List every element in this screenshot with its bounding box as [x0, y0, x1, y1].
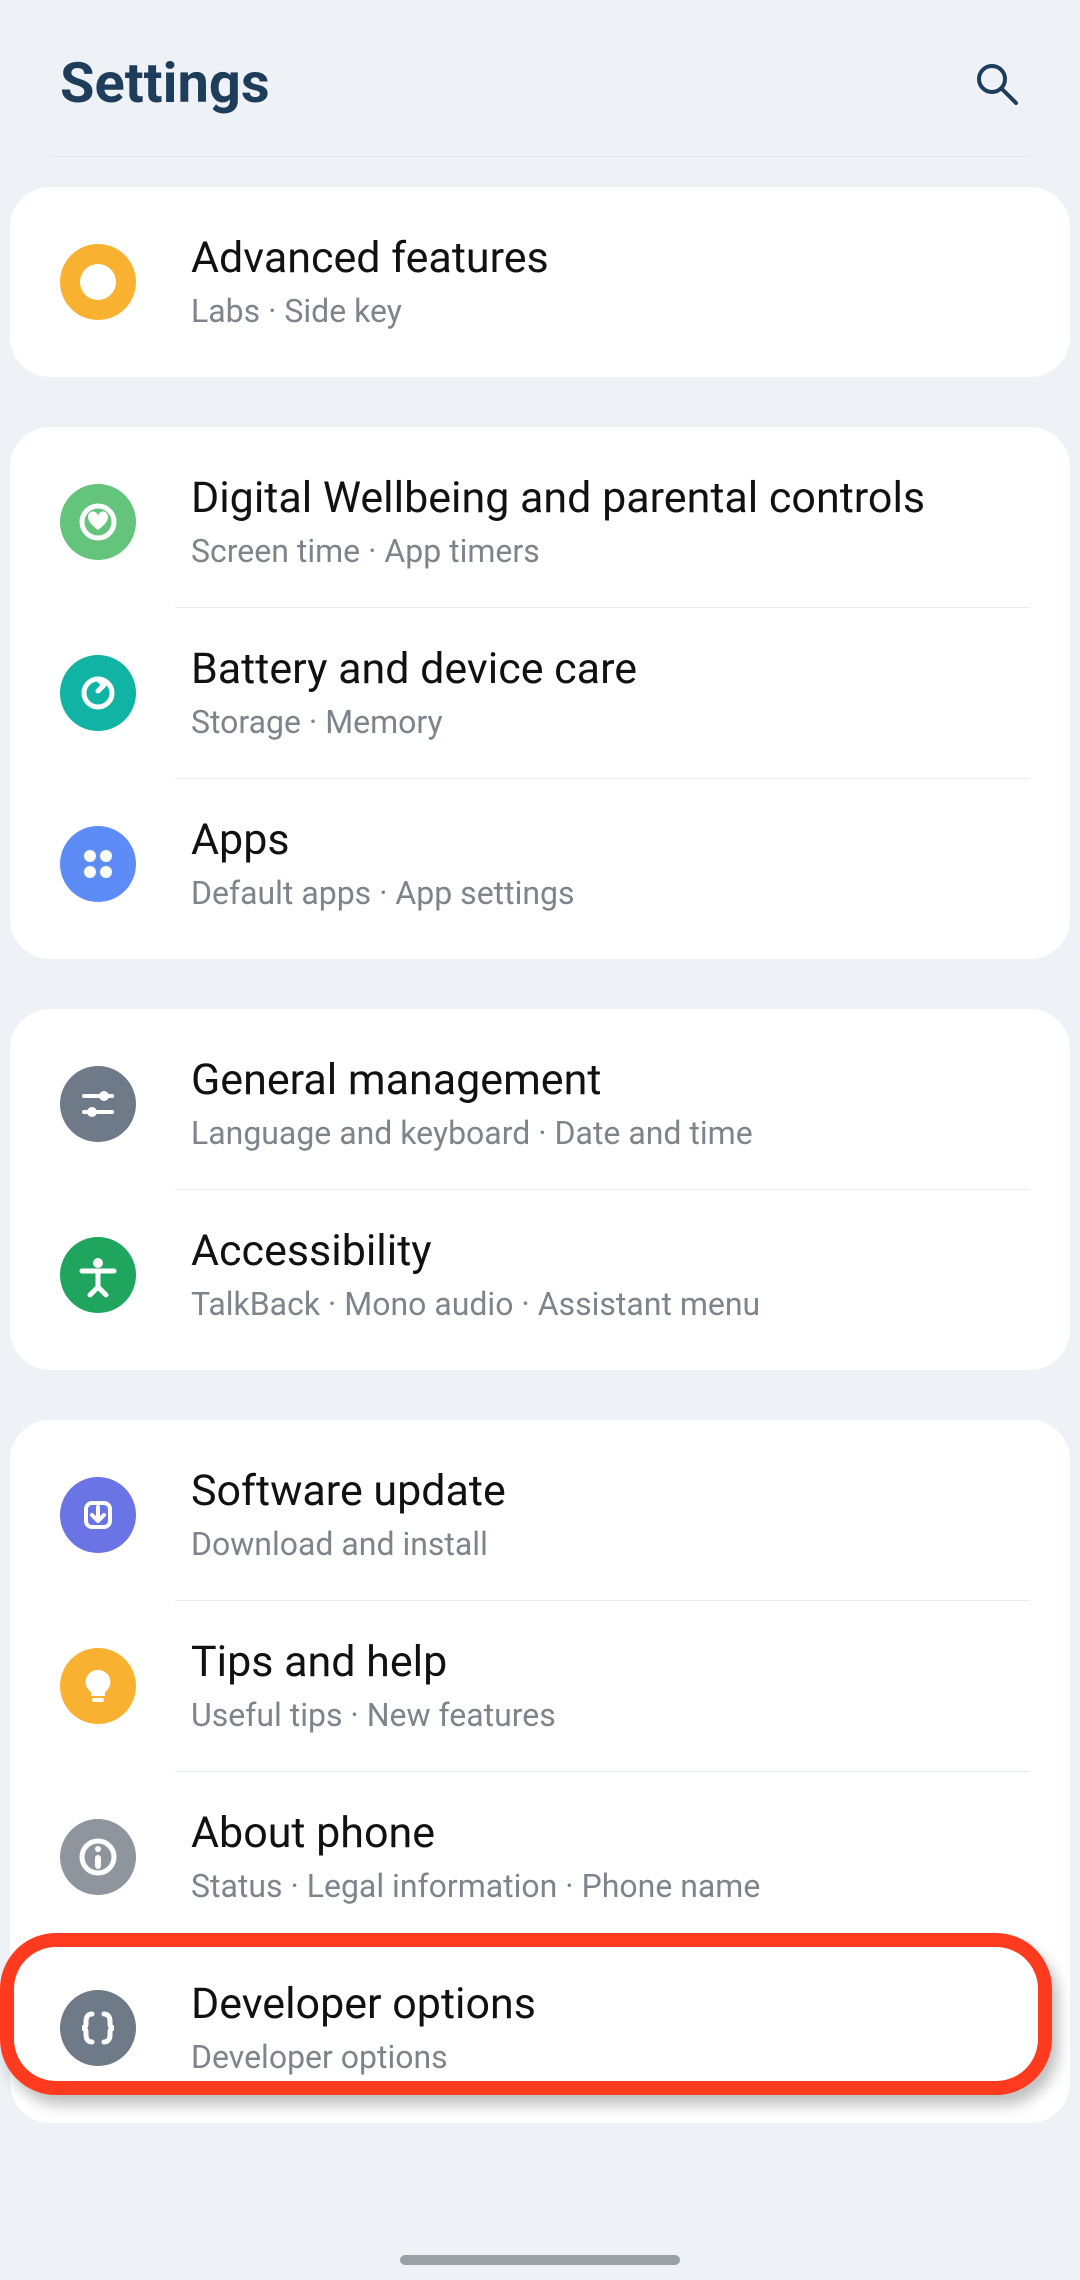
search-icon — [972, 59, 1020, 107]
grid-dots-icon — [60, 826, 136, 902]
settings-item-labels: Battery and device care Storage · Memory — [191, 645, 637, 740]
settings-item-labels: Digital Wellbeing and parental controls S… — [191, 474, 925, 569]
heart-circle-icon — [60, 484, 136, 560]
settings-item-title: General management — [191, 1056, 753, 1105]
settings-item-title: About phone — [191, 1809, 760, 1858]
settings-group: Digital Wellbeing and parental controls S… — [10, 427, 1070, 959]
settings-item-subtitle: Useful tips · New features — [191, 1696, 556, 1734]
settings-item-subtitle: Status · Legal information · Phone name — [191, 1867, 760, 1905]
settings-item-title: Battery and device care — [191, 645, 637, 694]
settings-item-labels: About phone Status · Legal information · … — [191, 1809, 760, 1904]
settings-item-labels: General management Language and keyboard … — [191, 1056, 753, 1151]
settings-item-accessibility[interactable]: Accessibility TalkBack · Mono audio · Ass… — [10, 1190, 1070, 1360]
settings-item-title: Developer options — [191, 1980, 536, 2029]
navigation-bar-pill[interactable] — [400, 2255, 680, 2265]
braces-icon — [60, 1990, 136, 2066]
page-title: Settings — [60, 50, 270, 116]
lightbulb-icon — [60, 1648, 136, 1724]
settings-item-tips-help[interactable]: Tips and help Useful tips · New features — [10, 1601, 1070, 1771]
settings-item-battery-device-care[interactable]: Battery and device care Storage · Memory — [10, 608, 1070, 778]
settings-item-developer-options[interactable]: Developer options Developer options — [10, 1943, 1070, 2113]
settings-group: General management Language and keyboard … — [10, 1009, 1070, 1370]
settings-item-labels: Developer options Developer options — [191, 1980, 536, 2075]
settings-item-title: Digital Wellbeing and parental controls — [191, 474, 925, 523]
refresh-circle-icon — [60, 655, 136, 731]
settings-item-subtitle: Download and install — [191, 1525, 506, 1563]
settings-item-title: Advanced features — [191, 234, 549, 283]
sliders-icon — [60, 1066, 136, 1142]
settings-item-subtitle: Developer options — [191, 2038, 536, 2076]
settings-item-labels: Tips and help Useful tips · New features — [191, 1638, 556, 1733]
settings-item-title: Accessibility — [191, 1227, 760, 1276]
settings-item-labels: Accessibility TalkBack · Mono audio · Ass… — [191, 1227, 760, 1322]
settings-item-digital-wellbeing[interactable]: Digital Wellbeing and parental controls S… — [10, 437, 1070, 607]
search-button[interactable] — [972, 59, 1020, 107]
header-divider — [50, 156, 1030, 157]
settings-item-general-management[interactable]: General management Language and keyboard … — [10, 1019, 1070, 1189]
settings-item-labels: Apps Default apps · App settings — [191, 816, 575, 911]
header: Settings — [0, 0, 1080, 146]
settings-item-subtitle: Storage · Memory — [191, 703, 637, 741]
settings-item-software-update[interactable]: Software update Download and install — [10, 1430, 1070, 1600]
settings-item-labels: Software update Download and install — [191, 1467, 506, 1562]
settings-group: Software update Download and install Tips … — [10, 1420, 1070, 2123]
accessibility-icon — [60, 1237, 136, 1313]
settings-item-title: Apps — [191, 816, 575, 865]
download-circle-icon — [60, 1477, 136, 1553]
settings-item-subtitle: Language and keyboard · Date and time — [191, 1114, 753, 1152]
settings-item-apps[interactable]: Apps Default apps · App settings — [10, 779, 1070, 949]
settings-item-advanced-features[interactable]: Advanced features Labs · Side key — [10, 197, 1070, 367]
settings-item-subtitle: Default apps · App settings — [191, 874, 575, 912]
settings-item-subtitle: Screen time · App timers — [191, 532, 925, 570]
settings-item-title: Software update — [191, 1467, 506, 1516]
settings-item-subtitle: Labs · Side key — [191, 292, 549, 330]
settings-item-labels: Advanced features Labs · Side key — [191, 234, 549, 329]
settings-item-subtitle: TalkBack · Mono audio · Assistant menu — [191, 1285, 760, 1323]
info-icon — [60, 1819, 136, 1895]
settings-item-about-phone[interactable]: About phone Status · Legal information · … — [10, 1772, 1070, 1942]
settings-item-title: Tips and help — [191, 1638, 556, 1687]
plus-badge-icon — [60, 244, 136, 320]
settings-list: Advanced features Labs · Side key Digital … — [0, 187, 1080, 2123]
settings-group: Advanced features Labs · Side key — [10, 187, 1070, 377]
